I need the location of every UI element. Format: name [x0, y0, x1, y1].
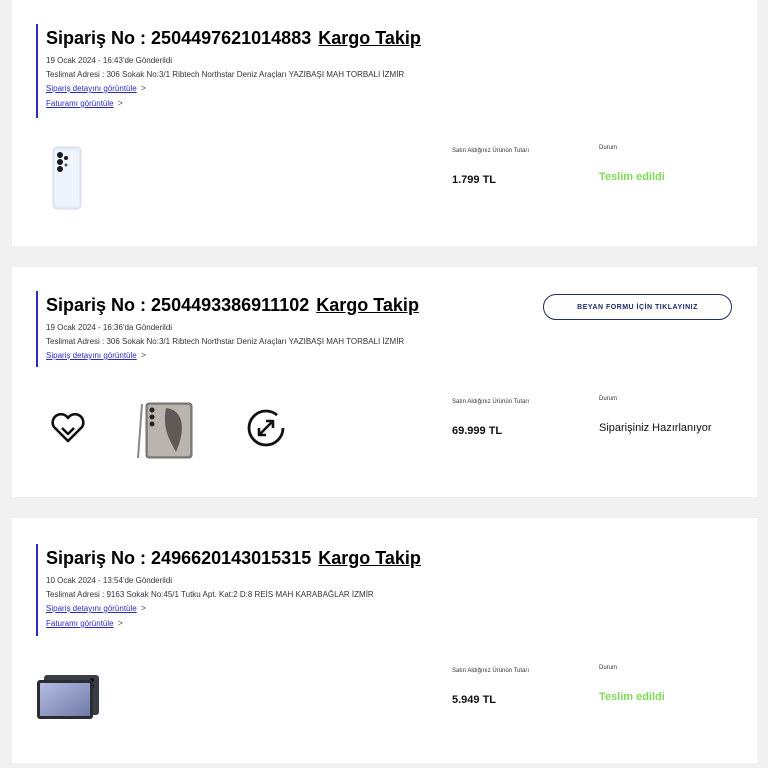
declaration-form-button[interactable]: BEYAN FORMU İÇİN TIKLAYINIZ [543, 294, 732, 320]
order-title: Sipariş No : 2504493386911102 Kargo Taki… [46, 291, 419, 319]
view-invoice-label: Faturamı görüntüle [46, 99, 114, 108]
chevron-right-icon: > [117, 98, 123, 108]
delivery-address: Teslimat Adresi : 306 Sokak No:3/1 Ribte… [46, 70, 405, 79]
order-label: Sipariş No : [46, 548, 147, 568]
status-column: Durum Teslim edildi [599, 665, 749, 703]
shipment-date: 19 Ocak 2024 - 16:43'de Gönderildi [46, 56, 173, 65]
order-number: 2504497621014883 [151, 28, 312, 48]
view-invoice-label: Faturamı görüntüle [46, 619, 114, 628]
view-order-details-label: Sipariş detayını görüntüle [46, 84, 137, 93]
shipment-date: 19 Ocak 2024 - 16:36'da Gönderildi [46, 323, 173, 332]
order-price: 1.799 TL [452, 174, 497, 186]
delivery-address: Teslimat Adresi : 306 Sokak No:3/1 Ribte… [46, 337, 405, 346]
view-invoice-link[interactable]: Faturamı görüntüle > [46, 96, 421, 111]
view-order-details-link[interactable]: Sipariş detayını görüntüle > [46, 601, 421, 616]
view-order-details-label: Sipariş detayını görüntüle [46, 351, 137, 360]
chevron-right-icon: > [117, 618, 123, 628]
price-column: Satın Aldığınız Ürünün Tutarı 69.999 TL [452, 399, 592, 437]
order-price: 5.949 TL [452, 694, 497, 706]
care-heart-icon [51, 412, 85, 443]
order-label: Sipariş No : [46, 28, 147, 48]
order-status: Teslim edildi [599, 171, 665, 183]
view-order-details-label: Sipariş detayını görüntüle [46, 604, 137, 613]
status-column: Durum Teslim edildi [599, 145, 749, 183]
price-label: Satın Aldığınız Ürünün Tutarı [452, 668, 530, 674]
price-column: Satın Aldığınız Ürünün Tutarı 1.799 TL [452, 148, 592, 186]
order-number: 2504493386911102 [151, 295, 310, 315]
view-invoice-link[interactable]: Faturamı görüntüle > [46, 616, 421, 631]
price-column: Satın Aldığınız Ürünün Tutarı 5.949 TL [452, 668, 592, 706]
status-label: Durum [599, 145, 618, 151]
delivery-address: Teslimat Adresi : 9163 Sokak No:45/1 Tut… [46, 590, 374, 599]
order-status: Siparişiniz Hazırlanıyor [599, 422, 712, 434]
chevron-right-icon: > [140, 350, 146, 360]
cargo-tracking-link[interactable]: Kargo Takip [318, 28, 421, 48]
chevron-right-icon: > [140, 83, 146, 93]
chevron-right-icon: > [140, 603, 146, 613]
order-label: Sipariş No : [46, 295, 147, 315]
cargo-tracking-link[interactable]: Kargo Takip [316, 295, 419, 315]
price-label: Satın Aldığınız Ürünün Tutarı [452, 148, 530, 154]
order-title: Sipariş No : 2504497621014883 Kargo Taki… [46, 24, 421, 52]
price-label: Satın Aldığınız Ürünün Tutarı [452, 399, 530, 405]
phone-case-image [52, 146, 82, 210]
status-label: Durum [599, 396, 618, 402]
order-header: Sipariş No : 2504493386911102 Kargo Taki… [36, 291, 419, 367]
view-order-details-link[interactable]: Sipariş detayını görüntüle > [46, 348, 419, 363]
order-card: Sipariş No : 2496620143015315 Kargo Taki… [12, 518, 757, 763]
order-card: Sipariş No : 2504493386911102 Kargo Taki… [12, 267, 757, 497]
shipment-date: 10 Ocak 2024 - 13:54'de Gönderildi [46, 576, 173, 585]
cargo-tracking-link[interactable]: Kargo Takip [318, 548, 421, 568]
order-number: 2496620143015315 [151, 548, 312, 568]
trade-in-exchange-icon [247, 409, 285, 447]
view-order-details-link[interactable]: Sipariş detayını görüntüle > [46, 81, 421, 96]
galaxy-s24-ultra-image [137, 402, 193, 459]
order-title: Sipariş No : 2496620143015315 Kargo Taki… [46, 544, 421, 572]
order-header: Sipariş No : 2504497621014883 Kargo Taki… [36, 24, 421, 118]
status-column: Durum Siparişiniz Hazırlanıyor [599, 396, 749, 434]
order-header: Sipariş No : 2496620143015315 Kargo Taki… [36, 544, 421, 636]
order-price: 69.999 TL [452, 425, 503, 437]
order-status: Teslim edildi [599, 691, 665, 703]
status-label: Durum [599, 665, 618, 671]
order-card: Sipariş No : 2504497621014883 Kargo Taki… [12, 0, 757, 246]
galaxy-tab-image [37, 675, 99, 719]
